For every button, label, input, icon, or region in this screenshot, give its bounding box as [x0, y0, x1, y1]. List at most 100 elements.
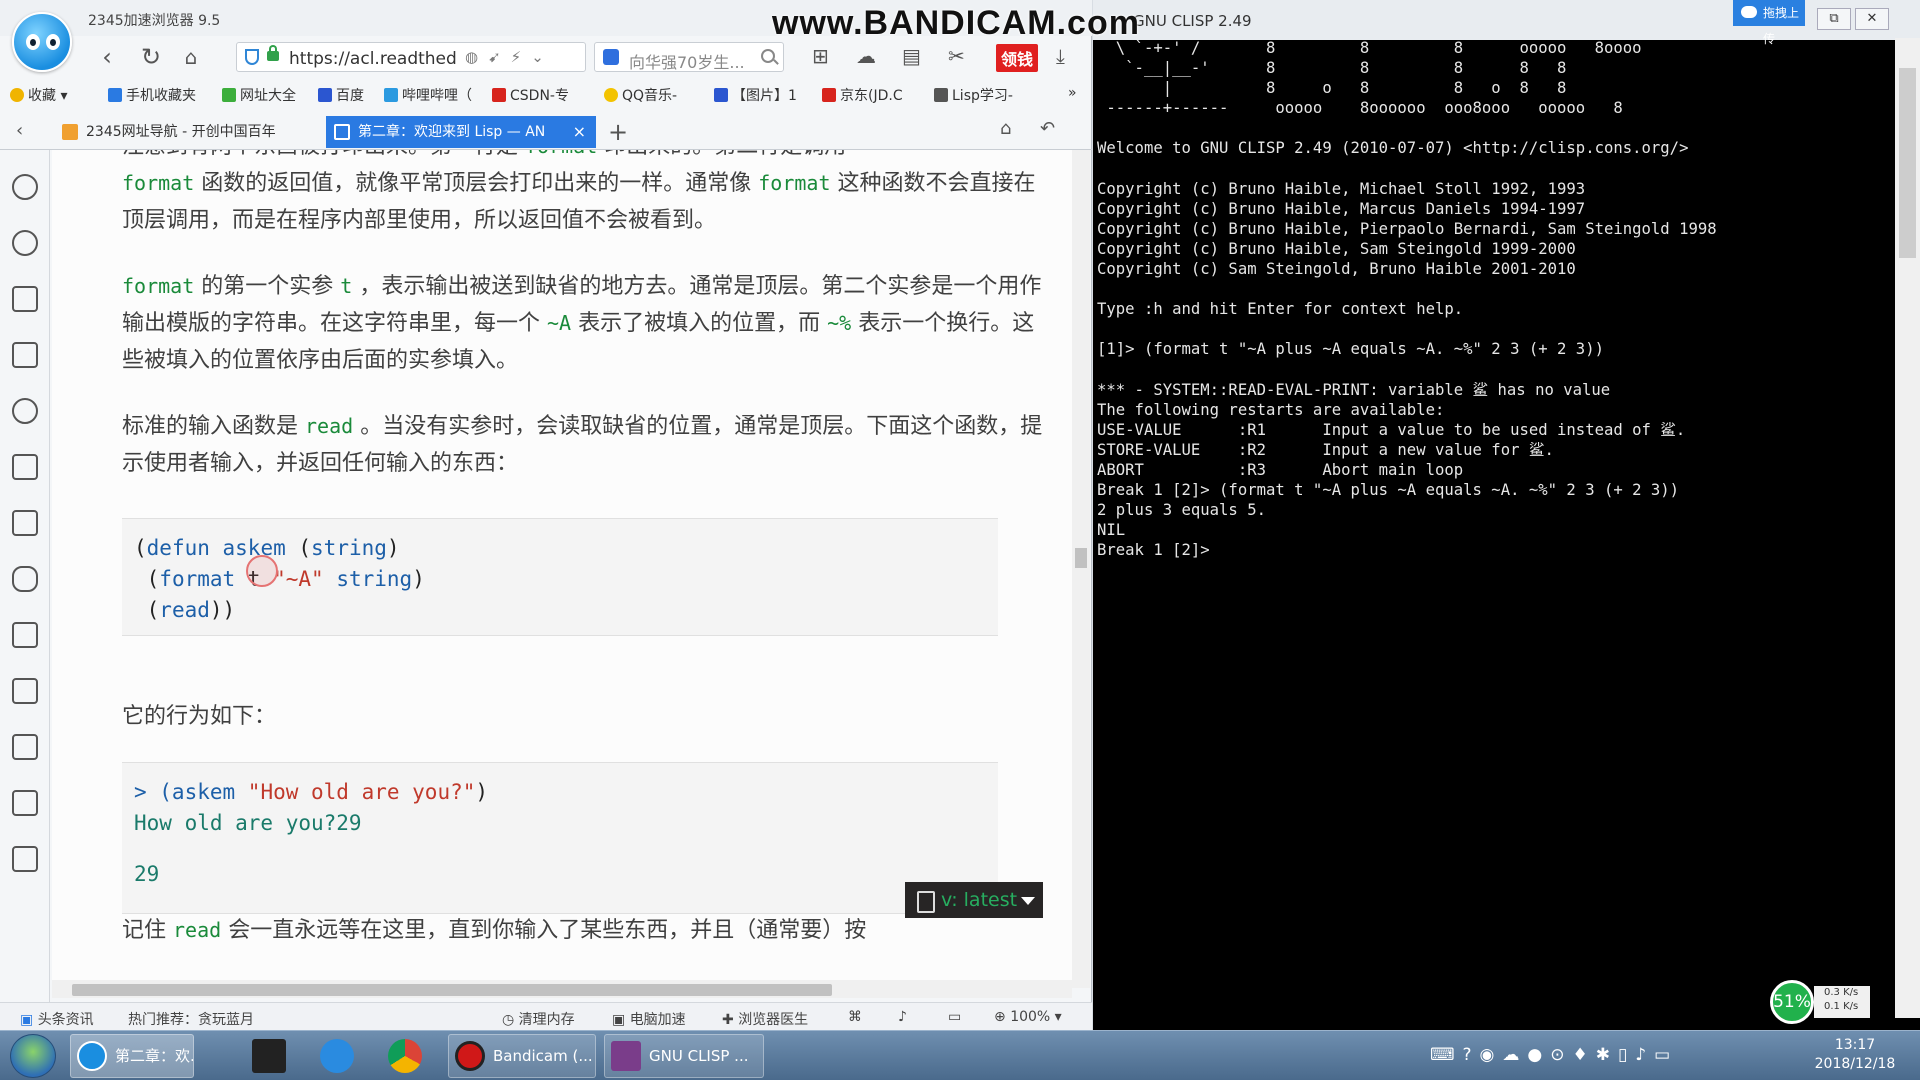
- start-button[interactable]: [10, 1034, 56, 1078]
- inline-code: read: [305, 414, 354, 438]
- notes-icon[interactable]: [12, 510, 38, 536]
- news-icon[interactable]: [12, 342, 38, 368]
- close-button[interactable]: ✕: [1855, 8, 1889, 30]
- url-text[interactable]: https://acl.readthed: [289, 49, 457, 69]
- tab-label: 第二章：欢迎来到 Lisp — AN: [358, 124, 546, 140]
- url-action-icons[interactable]: ◍➹⚡⌄: [465, 48, 554, 66]
- clock[interactable]: 13:17 2018/12/18: [1800, 1036, 1910, 1074]
- paragraph: 标准的输入函数是 read 。当没有实参时，会读取缺省的位置，通常是顶层。下面这…: [122, 408, 1052, 482]
- bookmark-item[interactable]: CSDN-专: [492, 85, 569, 105]
- bookmark-item[interactable]: 百度: [318, 85, 364, 105]
- taskbar-bandicam[interactable]: Bandicam (...: [448, 1034, 596, 1078]
- jd-icon: [822, 88, 836, 102]
- scroll-thumb[interactable]: [1899, 68, 1916, 258]
- new-tab-icon[interactable]: +: [608, 118, 628, 146]
- search-input[interactable]: 向华强70岁生...: [629, 49, 745, 73]
- inline-code: ~A: [547, 311, 572, 335]
- scroll-thumb[interactable]: [72, 984, 832, 996]
- bookmark-label: 【图片】1: [732, 88, 797, 104]
- bookmark-label: 网址大全: [240, 88, 296, 104]
- system-tray-icons[interactable]: ⌨?◉☁●⊙♦✱▯♪▭: [1430, 1045, 1678, 1065]
- network-speed-widget[interactable]: 51% 0.3 K/s 0.1 K/s: [1770, 980, 1870, 1024]
- chat-icon[interactable]: [12, 398, 38, 424]
- undo-icon[interactable]: ↶: [1040, 118, 1055, 139]
- taskbar-ie[interactable]: [306, 1035, 366, 1077]
- tab-scroll-left-icon[interactable]: ‹: [16, 120, 23, 141]
- cloud-icon[interactable]: ☁: [856, 44, 876, 68]
- code-token: > (askem: [134, 780, 248, 804]
- clean-memory-button[interactable]: ◷ 清理内存: [502, 1009, 575, 1029]
- bookmark-item[interactable]: 哔哩哔哩（: [384, 85, 472, 105]
- speedup-button[interactable]: ▣ 电脑加速: [612, 1009, 686, 1029]
- tab-2345-nav[interactable]: 2345网址导航 - 开创中国百年: [54, 116, 322, 148]
- upload-speed: 0.3 K/s: [1824, 987, 1859, 998]
- restore-button[interactable]: ⧉: [1817, 8, 1851, 30]
- bookmarks-more-icon[interactable]: »: [1068, 85, 1077, 101]
- lisp-icon: [934, 88, 948, 102]
- taskbar-browser[interactable]: 第二章：欢...: [70, 1034, 194, 1078]
- phone-icon: [108, 88, 122, 102]
- horizontal-scrollbar[interactable]: [52, 980, 1072, 998]
- bookmark-item[interactable]: QQ音乐-: [604, 85, 677, 105]
- terminal-scrollbar[interactable]: [1895, 38, 1920, 1018]
- terminal-titlebar: GNU CLISP 2.49 拖拽上传 ⧉ ✕: [1093, 0, 1920, 46]
- search-icon[interactable]: [761, 49, 775, 63]
- refresh-icon[interactable]: ↻: [136, 42, 166, 72]
- code-token: )): [209, 598, 236, 622]
- calendar-icon[interactable]: [12, 286, 38, 312]
- bookmark-item[interactable]: 京东(JD.C: [822, 85, 903, 105]
- news-link[interactable]: ▣ 头条资讯: [20, 1009, 94, 1029]
- history-icon[interactable]: [12, 230, 38, 256]
- star-icon[interactable]: [12, 174, 38, 200]
- apps-grid-icon[interactable]: ⊞: [812, 44, 829, 68]
- memory-usage-badge[interactable]: 51%: [1770, 980, 1814, 1024]
- taskbar-chrome[interactable]: [374, 1035, 434, 1077]
- chrome-icon: [388, 1039, 422, 1073]
- volume-icon[interactable]: ♪: [898, 1009, 907, 1025]
- bookmark-item[interactable]: Lisp学习-: [934, 85, 1013, 105]
- taobao-icon[interactable]: [12, 454, 38, 480]
- screenshot-icon[interactable]: ✂: [948, 44, 965, 68]
- taskbar-clisp[interactable]: GNU CLISP ...: [604, 1034, 764, 1078]
- browser-doctor-button[interactable]: ✚ 浏览器医生: [722, 1009, 808, 1029]
- home-icon[interactable]: ⌂: [176, 42, 206, 72]
- red-money-button[interactable]: 领钱: [996, 44, 1039, 72]
- fullscreen-icon[interactable]: ▭: [948, 1009, 961, 1025]
- desktop-icon[interactable]: [12, 846, 38, 872]
- lock-tab-icon[interactable]: ⌂: [1000, 118, 1011, 139]
- document-content: 注意到有两个东西被打印出来。第一行是 format 印出来的。第二行是调用 for…: [52, 150, 1072, 988]
- tv-icon[interactable]: [12, 678, 38, 704]
- csdn-icon: [492, 88, 506, 102]
- status-label: 浏览器医生: [738, 1012, 809, 1028]
- scroll-thumb[interactable]: [1075, 548, 1087, 568]
- calculator-icon[interactable]: [12, 734, 38, 760]
- address-bar[interactable]: https://acl.readthed ◍➹⚡⌄: [236, 42, 586, 72]
- bookmark-item[interactable]: 手机收藏夹: [108, 85, 196, 105]
- video-icon[interactable]: [12, 622, 38, 648]
- game-icon[interactable]: [12, 566, 38, 592]
- hot-link[interactable]: 热门推荐：贪玩蓝月: [128, 1009, 254, 1029]
- qqmusic-icon: [604, 88, 618, 102]
- close-icon[interactable]: ×: [573, 116, 586, 148]
- mouse-gesture-icon[interactable]: ⌘: [848, 1009, 862, 1025]
- mouse-cursor-highlight: [246, 555, 278, 587]
- taskbar-cmd[interactable]: [238, 1035, 298, 1077]
- bookmark-item[interactable]: 网址大全: [222, 85, 296, 105]
- version-selector[interactable]: v: latest: [905, 882, 1043, 918]
- search-box[interactable]: 向华强70岁生...: [594, 42, 784, 72]
- download-icon[interactable]: ⤓: [1056, 44, 1065, 68]
- zoom-control[interactable]: ⊕ 100% ▾: [994, 1009, 1062, 1025]
- bookmark-item[interactable]: 【图片】1: [714, 85, 797, 105]
- search-engine-icon[interactable]: [603, 49, 619, 65]
- tab-lisp-chapter2[interactable]: 第二章：欢迎来到 Lisp — AN ×: [326, 116, 596, 148]
- code-token: (: [134, 567, 160, 591]
- vertical-scrollbar[interactable]: [1072, 150, 1090, 988]
- back-icon[interactable]: ‹: [92, 42, 122, 72]
- list-icon[interactable]: [12, 790, 38, 816]
- shield-icon[interactable]: [245, 49, 259, 65]
- terminal-output[interactable]: \ `-+-' / 8 8 8 ooooo 8oooo `-__|__-' 8 …: [1093, 38, 1895, 1018]
- upload-button[interactable]: 拖拽上传: [1733, 0, 1805, 46]
- time: 13:17: [1834, 1037, 1876, 1053]
- reader-icon[interactable]: ▤: [902, 44, 921, 68]
- bookmark-favorites[interactable]: 收藏 ▾: [10, 85, 67, 105]
